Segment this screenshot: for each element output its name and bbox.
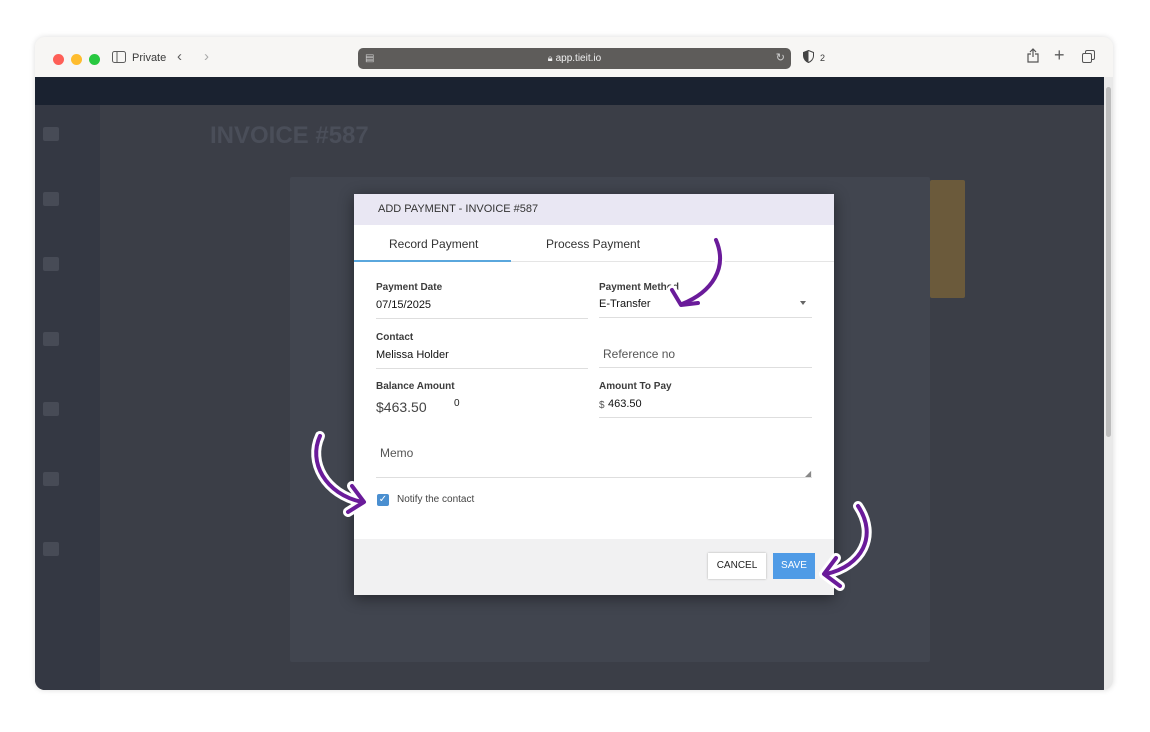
page-scrollbar[interactable] bbox=[1104, 77, 1113, 690]
close-window-button[interactable] bbox=[53, 54, 64, 65]
payment-method-label: Payment Method bbox=[599, 282, 680, 293]
shield-icon[interactable] bbox=[803, 49, 814, 67]
url-text: app.tieit.io bbox=[555, 53, 602, 64]
reference-input[interactable]: Reference no bbox=[603, 347, 675, 361]
cancel-button[interactable]: CANCEL bbox=[708, 553, 766, 579]
reload-icon[interactable]: ↻ bbox=[776, 48, 785, 69]
payment-method-select[interactable]: E-Transfer bbox=[599, 298, 651, 310]
currency-symbol: $ bbox=[599, 400, 605, 411]
new-tab-icon[interactable]: + bbox=[1054, 46, 1065, 64]
contact-field[interactable]: Melissa Holder bbox=[376, 349, 449, 361]
reference-underline bbox=[599, 367, 812, 368]
background-side-tab bbox=[930, 180, 965, 298]
sidebar-icon-4 bbox=[43, 332, 59, 346]
save-button[interactable]: SAVE bbox=[773, 553, 815, 579]
app-navbar bbox=[35, 77, 1104, 105]
memo-textarea[interactable]: Memo bbox=[380, 446, 413, 460]
minimize-window-button[interactable] bbox=[71, 54, 82, 65]
tab-record-payment[interactable]: Record Payment bbox=[389, 237, 478, 251]
memo-underline bbox=[376, 477, 812, 478]
dialog-header: ADD PAYMENT - INVOICE #587 bbox=[354, 194, 834, 225]
contact-underline bbox=[376, 368, 588, 369]
private-mode-label: Private bbox=[132, 52, 167, 64]
lock-icon: 🔒︎ bbox=[547, 53, 553, 63]
maximize-window-button[interactable] bbox=[89, 54, 100, 65]
share-icon[interactable] bbox=[1027, 48, 1039, 67]
payment-method-underline bbox=[599, 317, 812, 318]
address-bar[interactable]: ▤ 🔒︎ app.tieit.io ↻ bbox=[358, 48, 791, 69]
sidebar-icon-2 bbox=[43, 192, 59, 206]
sidebar-icon-7 bbox=[43, 542, 59, 556]
forward-chevron-icon[interactable]: › bbox=[204, 49, 209, 65]
amount-to-pay-label: Amount To Pay bbox=[599, 381, 672, 392]
balance-extra-value: 0 bbox=[454, 398, 460, 409]
sidebar-icon-1 bbox=[43, 127, 59, 141]
notify-checkbox[interactable]: ✓ bbox=[377, 494, 389, 506]
payment-date-field[interactable]: 07/15/2025 bbox=[376, 299, 431, 311]
sidebar-icon-6 bbox=[43, 472, 59, 486]
payment-date-underline bbox=[376, 318, 588, 319]
contact-label: Contact bbox=[376, 332, 414, 343]
checkmark-icon: ✓ bbox=[378, 494, 388, 505]
dropdown-caret-icon[interactable] bbox=[800, 301, 806, 305]
blocked-trackers-count: 2 bbox=[820, 53, 826, 63]
balance-amount-label: Balance Amount bbox=[376, 381, 455, 392]
sidebar-icon[interactable] bbox=[112, 51, 126, 67]
payment-date-label: Payment Date bbox=[376, 282, 443, 293]
add-payment-dialog: ADD PAYMENT - INVOICE #587 Record Paymen… bbox=[354, 194, 834, 595]
dialog-title: ADD PAYMENT - INVOICE #587 bbox=[378, 203, 539, 215]
scrollbar-thumb[interactable] bbox=[1106, 87, 1111, 437]
page-icon: ▤ bbox=[365, 53, 375, 64]
background-page-title: INVOICE #587 bbox=[210, 122, 369, 149]
notify-label: Notify the contact bbox=[397, 494, 475, 505]
tabs-icon[interactable] bbox=[1082, 50, 1095, 67]
balance-amount-value: $463.50 bbox=[376, 399, 427, 415]
amount-to-pay-underline bbox=[599, 417, 812, 418]
amount-to-pay-input[interactable]: 463.50 bbox=[608, 398, 642, 410]
sidebar-icon-3 bbox=[43, 257, 59, 271]
active-tab-indicator bbox=[354, 260, 511, 262]
tab-process-payment[interactable]: Process Payment bbox=[546, 237, 640, 251]
sidebar-icon-5 bbox=[43, 402, 59, 416]
back-chevron-icon[interactable]: ‹ bbox=[177, 49, 182, 65]
browser-toolbar: Private ‹ › ▤ 🔒︎ app.tieit.io ↻ 2 + bbox=[35, 37, 1113, 77]
